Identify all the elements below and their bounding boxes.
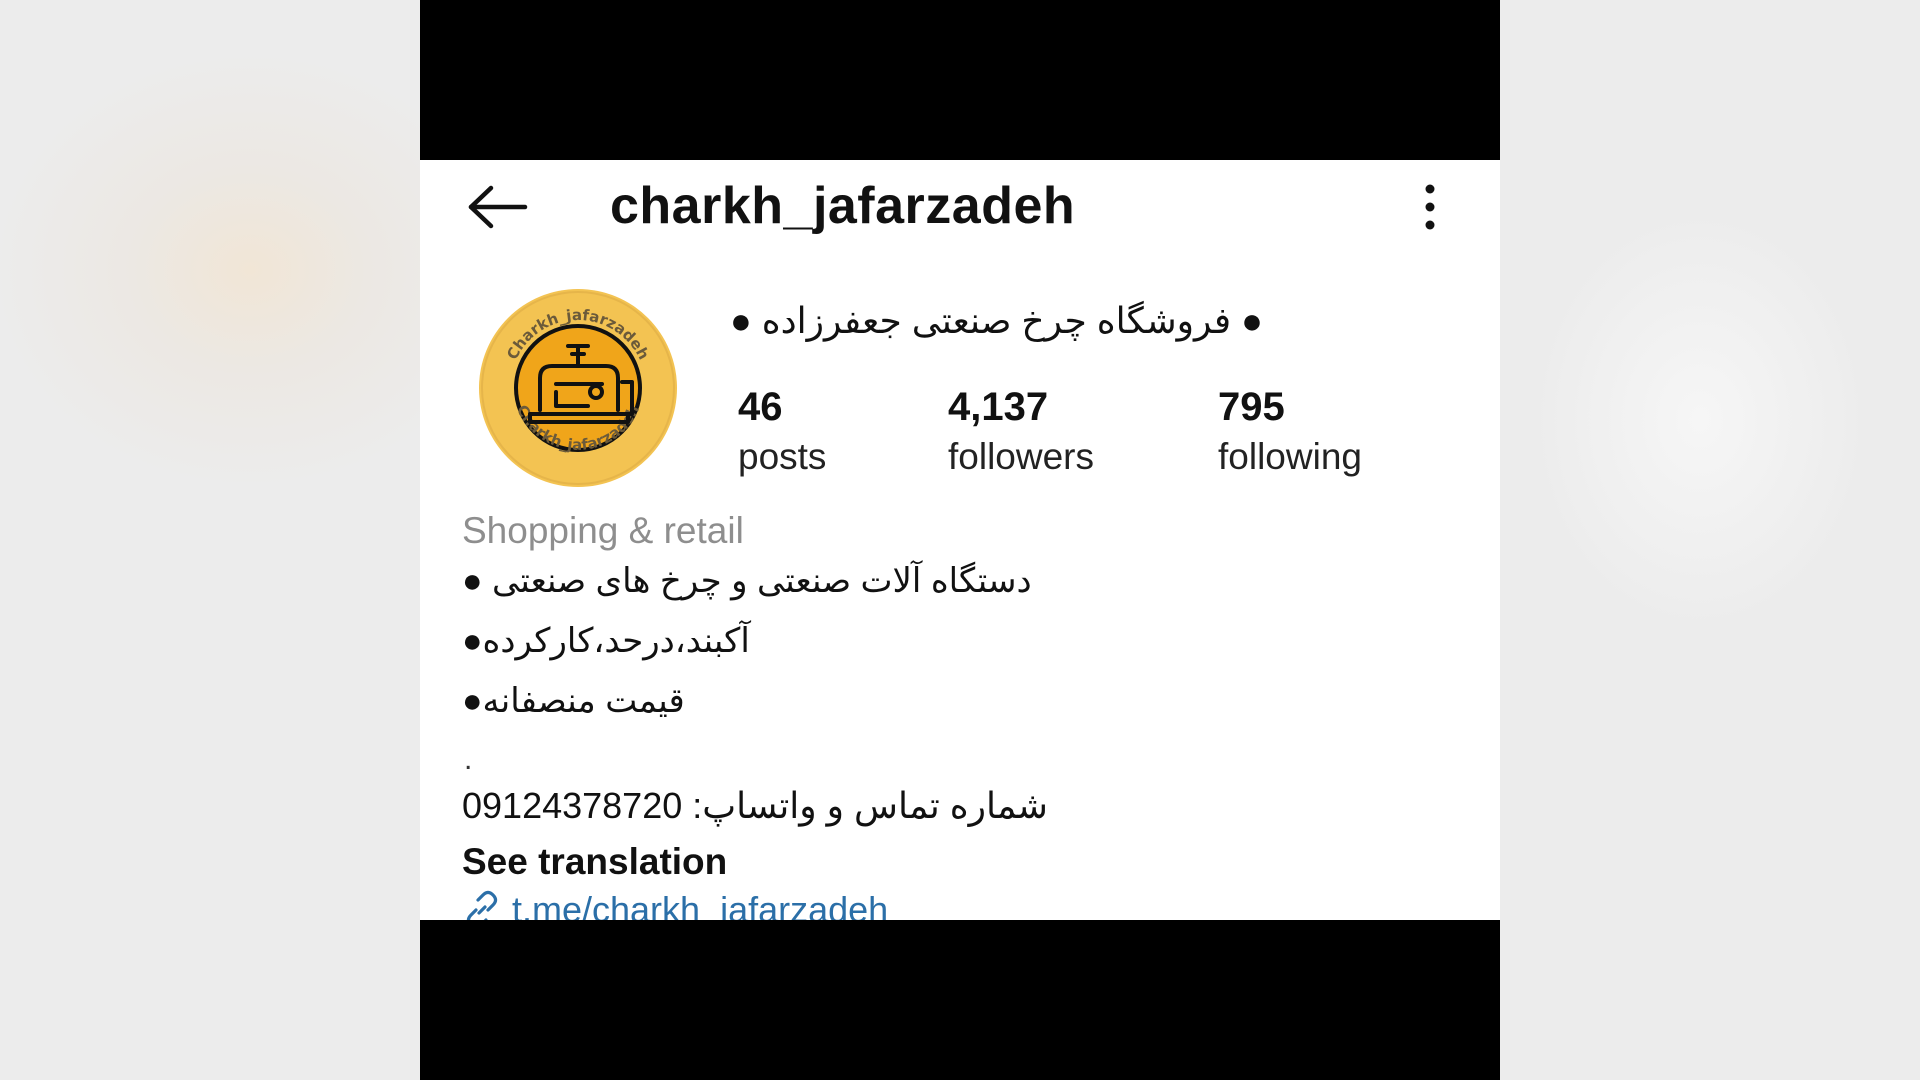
bio-line: ●قیمت منصفانه <box>462 682 685 720</box>
back-arrow-icon <box>468 185 528 229</box>
following-stat[interactable]: 795 following <box>1218 382 1362 482</box>
link-icon <box>466 890 498 920</box>
profile-avatar[interactable]: Charkh_jafarzadeh Charkh_jafarzadeh <box>478 288 678 488</box>
profile-username: charkh_jafarzadeh <box>610 177 1076 235</box>
letterbox-top <box>420 0 1500 160</box>
more-options-button[interactable] <box>1400 174 1460 240</box>
profile-display-name: ● فروشگاه چرخ صنعتی جعفرزاده ● <box>730 300 1263 341</box>
letterbox-bottom <box>420 920 1500 1080</box>
following-label: following <box>1218 436 1362 477</box>
profile-link[interactable]: t.me/charkh_jafarzadeh <box>462 882 888 920</box>
followers-label: followers <box>948 436 1094 477</box>
background-right <box>1500 0 1920 1080</box>
posts-stat[interactable]: 46 posts <box>738 382 826 482</box>
profile-link-text: t.me/charkh_jafarzadeh <box>512 889 889 920</box>
posts-count: 46 <box>738 385 783 429</box>
back-button[interactable] <box>462 172 532 242</box>
contact-phone: شماره تماس و واتساپ: 09124378720 <box>462 785 1048 826</box>
profile-category: Shopping & retail <box>462 510 744 551</box>
profile-screen: charkh_jafarzadeh Charkh_jafarzadeh Char… <box>420 160 1500 920</box>
followers-count: 4,137 <box>948 385 1049 429</box>
following-count: 795 <box>1218 385 1285 429</box>
more-options-icon <box>1425 184 1435 230</box>
followers-stat[interactable]: 4,137 followers <box>948 382 1094 482</box>
bio-dot: . <box>464 743 473 776</box>
bio-line: ●آکبند،درحد،کارکرده <box>462 622 750 660</box>
see-translation-button[interactable]: See translation <box>462 836 727 888</box>
bio-line: ● دستگاه آلات صنعتی و چرخ های صنعتی <box>462 562 1032 600</box>
posts-label: posts <box>738 436 827 477</box>
